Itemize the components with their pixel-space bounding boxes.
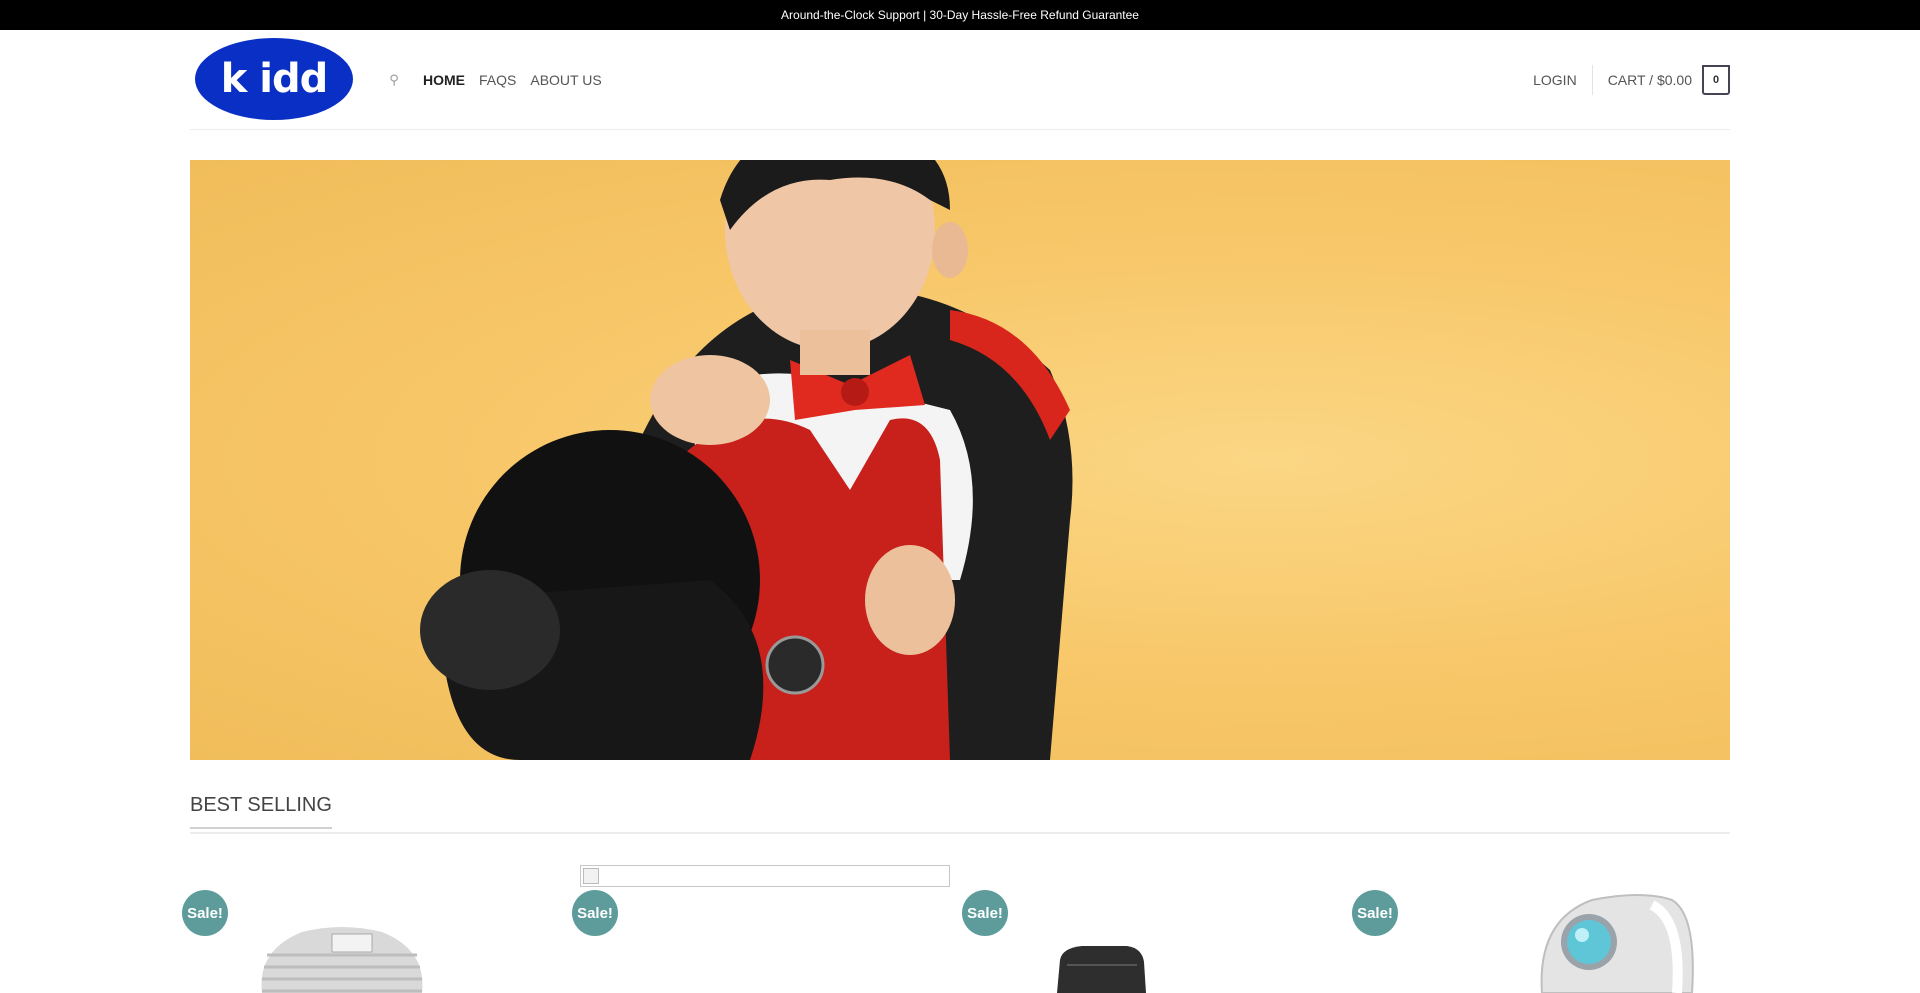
cart-count-badge: 0 — [1702, 65, 1730, 95]
search-icon[interactable]: ⚲ — [385, 72, 403, 88]
site-logo[interactable]: k idd — [195, 38, 353, 120]
account-nav: LOGIN CART / $0.00 0 — [1533, 30, 1730, 130]
striped-onesie-icon — [261, 927, 423, 993]
product-card[interactable]: Sale! — [962, 870, 1332, 993]
cart-label: CART / $0.00 — [1607, 72, 1692, 88]
product-card[interactable]: Sale! — [572, 870, 942, 993]
hero-banner[interactable] — [190, 160, 1730, 760]
announcement-text: Around-the-Clock Support | 30-Day Hassle… — [781, 8, 1139, 22]
hero-illustration — [420, 160, 1073, 760]
sale-badge: Sale! — [572, 890, 618, 936]
nav-faqs[interactable]: FAQS — [479, 72, 516, 88]
nav-about-us[interactable]: ABOUT US — [530, 72, 601, 88]
ring-icon — [1540, 894, 1694, 993]
sale-badge: Sale! — [1352, 890, 1398, 936]
sale-badge: Sale! — [962, 890, 1008, 936]
section-title: BEST SELLING — [190, 794, 332, 829]
site-header: k idd ⚲ HOME FAQS ABOUT US LOGIN CART / … — [0, 30, 1920, 130]
nav-home[interactable]: HOME — [423, 72, 465, 88]
best-selling-section-header: BEST SELLING — [190, 790, 1730, 834]
product-card[interactable]: Sale! — [1352, 870, 1722, 993]
logo-text: k idd — [220, 56, 329, 102]
product-card[interactable]: Sale! — [182, 870, 552, 993]
announcement-bar: Around-the-Clock Support | 30-Day Hassle… — [0, 0, 1920, 30]
main-nav: ⚲ HOME FAQS ABOUT US — [385, 30, 601, 130]
chair-icon — [1057, 946, 1146, 993]
login-link[interactable]: LOGIN — [1533, 65, 1593, 95]
cart-link[interactable]: CART / $0.00 0 — [1608, 65, 1730, 95]
sale-badge: Sale! — [182, 890, 228, 936]
